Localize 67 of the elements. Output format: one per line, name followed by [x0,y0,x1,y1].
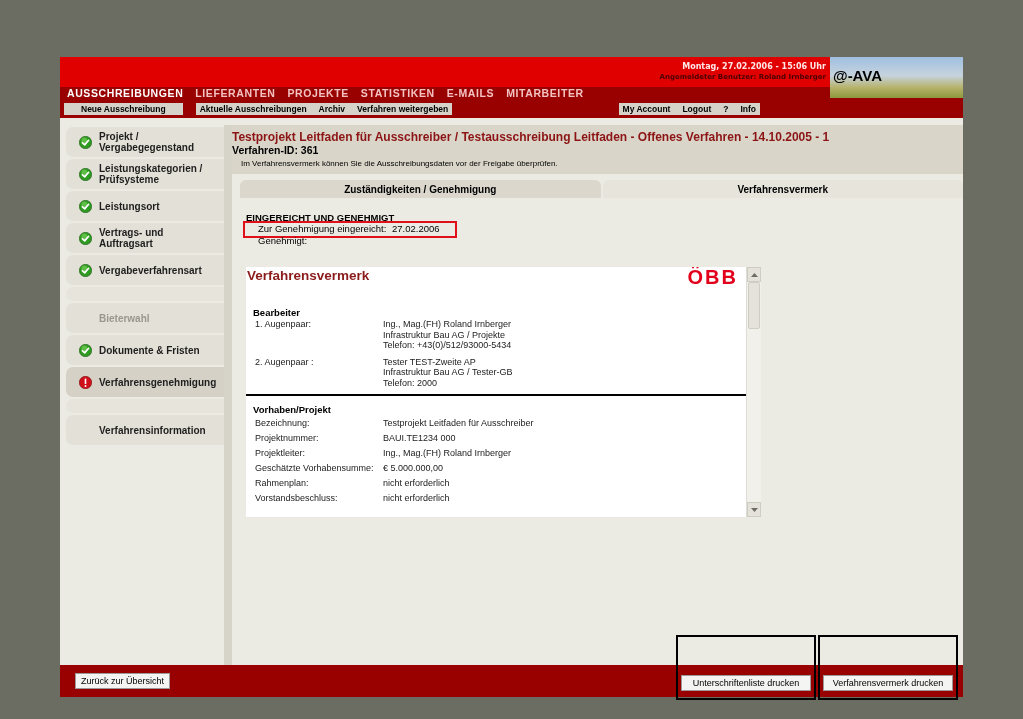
field-value: Telefon: +43(0)/512/93000-5434 [383,340,512,351]
field-label: Zur Genehmigung eingereicht: [258,223,388,235]
field-value: Infrastruktur Bau AG / Tester-GB [383,367,513,378]
subnav-link[interactable]: Verfahren weitergeben [357,103,449,115]
tab[interactable]: Verfahrensvermerk [602,180,963,198]
print-button[interactable]: Verfahrensvermerk drucken [823,675,953,691]
field-value: Infrastruktur Bau AG / Projekte [383,329,507,340]
nav-tab[interactable]: LIEFERANTEN [195,87,276,100]
hint-text: Im Verfahrensvermerk können Sie die Ausschreibungsdaten vor der Freigabe überprüfen. [240,158,559,170]
sidebar-item[interactable]: Verfahrensinformation [66,415,224,445]
field-label: Bezeichnung: [255,417,311,430]
nav-tab[interactable]: PROJEKTE [287,87,349,100]
document-title: Verfahrensvermerk [247,267,370,284]
caret-up-icon [750,272,758,277]
field-label: Rahmenplan: [255,477,310,490]
section-heading: Bearbeiter [253,307,301,319]
field-value: Tester TEST-Zweite AP [383,356,477,367]
subnav-link[interactable]: Neue Ausschreibung [81,103,166,115]
sidebar-item[interactable]: Leistungsort [66,191,224,221]
sidebar-item[interactable]: Dokumente & Fristen [66,335,224,365]
subnav-link[interactable]: Aktuelle Ausschreibungen [199,103,307,115]
field-value: Testprojekt Leitfaden für Ausschreiber [383,417,534,430]
nav-tab[interactable]: E-MAILS [446,87,495,100]
field-value: nicht erforderlich [383,477,450,490]
field-value: € 5.000.000,00 [383,462,444,475]
scrollbar-thumb[interactable] [748,282,760,329]
field-label: Vorstandsbeschluss: [255,492,339,505]
brand-logo: ÖBB [687,267,738,287]
sidebar-item[interactable]: Projekt / Vergabegegenstand [66,127,224,157]
page-title: Testprojekt Leitfaden für Ausschreiber / Testausschreibung Leitfaden - Offenes Verfahren - 14.10.2005 - 1 [232,130,831,144]
field-label: 1. Augenpaar: [255,319,313,331]
caret-down-icon [750,507,758,512]
subnav-link[interactable]: My Account [622,103,671,115]
section-heading: Vorhaben/Projekt [253,404,332,416]
subnav-link[interactable]: Logout [682,103,712,115]
field-label: Projektleiter: [255,447,307,460]
field-label: 2. Augenpaar : [255,356,315,369]
sidebar-item[interactable]: Vergabeverfahrensart [66,255,224,285]
subnav-link[interactable]: Archiv [318,103,346,115]
subnav-link[interactable]: Info [740,103,756,115]
field-value: Telefon: 2000 [383,377,439,388]
field-value: BAUI.TE1234 000 [383,432,456,445]
field-label: Projektnummer: [255,432,320,445]
back-button[interactable]: Zurück zur Übersicht [75,673,171,689]
procedure-id: Verfahren-ID: 361 [232,144,320,157]
field-value: Ing., Mag.(FH) Roland Irnberger [383,319,512,330]
print-button[interactable]: Unterschriftenliste drucken [681,675,811,691]
field-value: nicht erforderlich [383,492,450,505]
nav-tab[interactable]: STATISTIKEN [360,87,435,100]
scrollbar[interactable] [746,267,761,517]
sidebar-item[interactable]: Vertrags- und Auftragsart [66,223,224,253]
field-label: Geschätzte Vorhabensumme: [255,462,375,475]
tab[interactable]: Zuständigkeiten / Genehmigung [240,180,601,198]
status-heading: EINGEREICHT UND GENEHMIGT [246,212,396,223]
field-value: 27.02.2006 [392,223,440,235]
subnav-link[interactable]: ? [723,103,729,115]
sidebar-item[interactable]: Verfahrensgenehmigung [66,367,224,397]
sidebar-item: Bieterwahl [66,303,224,333]
nav-tab[interactable]: AUSSCHREIBUNGEN [67,87,184,100]
logo-text: @-AVA [833,67,883,84]
scroll-up-button[interactable] [747,267,761,282]
scroll-down-button[interactable] [747,502,761,517]
field-value: Ing., Mag.(FH) Roland Irnberger [383,447,512,460]
field-label: Genehmigt: [258,235,309,247]
nav-tab[interactable]: MITARBEITER [506,87,584,100]
sidebar-item[interactable]: Leistungskategorien / Prüfsysteme [66,159,224,189]
date-text: Montag, 27.02.2006 - 15:06 Uhr [682,61,826,72]
